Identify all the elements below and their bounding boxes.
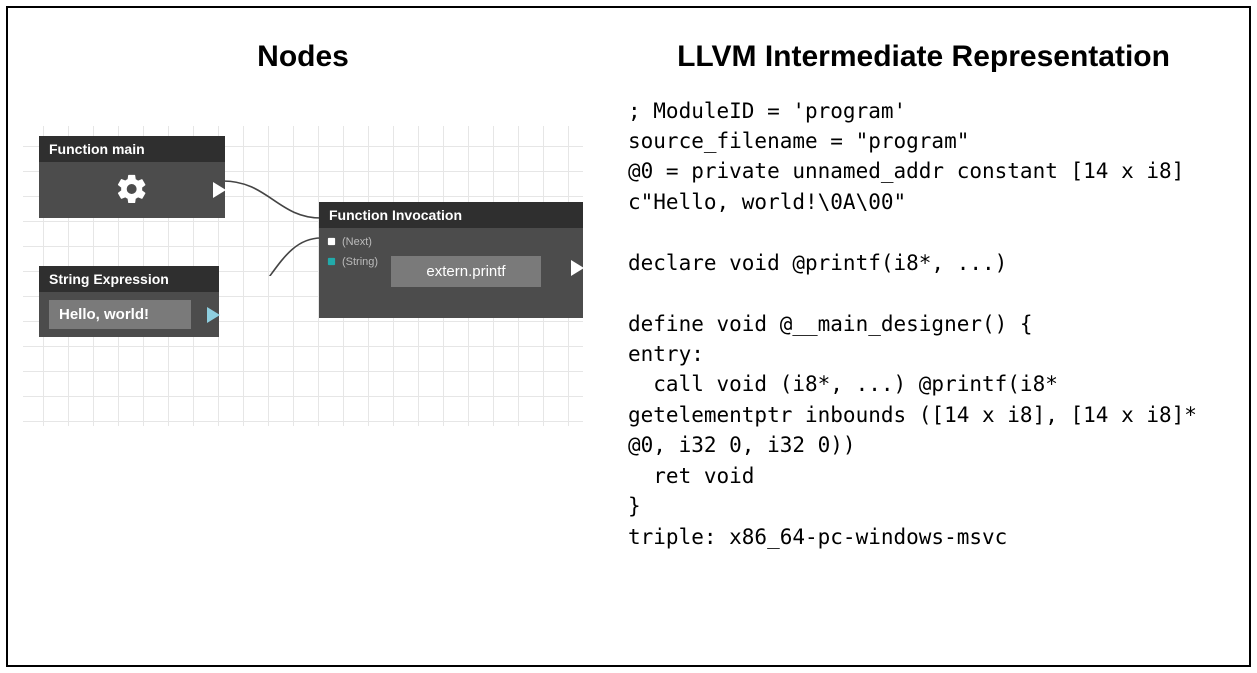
node-canvas[interactable]: Function main String Expression Hello, w… (23, 126, 583, 426)
invocation-target-field[interactable]: extern.printf (391, 256, 541, 287)
node-function-main[interactable]: Function main (39, 136, 225, 218)
node-function-main-title: Function main (39, 136, 225, 162)
diagram-frame: Nodes Function main (6, 6, 1251, 667)
wire-string-to-string (215, 238, 321, 276)
nodes-pane: Nodes Function main (8, 8, 598, 665)
node-function-invocation-body: (Next) (String) extern.printf (319, 228, 583, 318)
output-port-icon[interactable] (207, 307, 220, 323)
port-dot-icon (327, 237, 336, 246)
wire-main-to-next (223, 181, 321, 218)
output-port-icon[interactable] (213, 182, 226, 198)
input-port-next[interactable]: (Next) (327, 232, 553, 252)
input-port-next-label: (Next) (342, 236, 372, 248)
nodes-title: Nodes (257, 38, 349, 76)
input-port-string-label: (String) (342, 256, 378, 268)
output-port-icon[interactable] (571, 260, 584, 276)
node-function-main-body (39, 162, 225, 218)
node-function-invocation-title: Function Invocation (319, 202, 583, 228)
node-string-expression-title: String Expression (39, 266, 219, 292)
ir-pane: LLVM Intermediate Representation ; Modul… (598, 8, 1249, 665)
ir-title: LLVM Intermediate Representation (628, 38, 1219, 76)
gear-icon (115, 172, 149, 206)
port-dot-icon (327, 257, 336, 266)
node-string-expression[interactable]: String Expression Hello, world! (39, 266, 219, 337)
node-string-expression-body: Hello, world! (39, 292, 219, 337)
ir-code-block: ; ModuleID = 'program' source_filename =… (628, 96, 1219, 553)
string-value-field[interactable]: Hello, world! (49, 300, 191, 329)
node-function-invocation[interactable]: Function Invocation (Next) (String) exte… (319, 202, 583, 318)
